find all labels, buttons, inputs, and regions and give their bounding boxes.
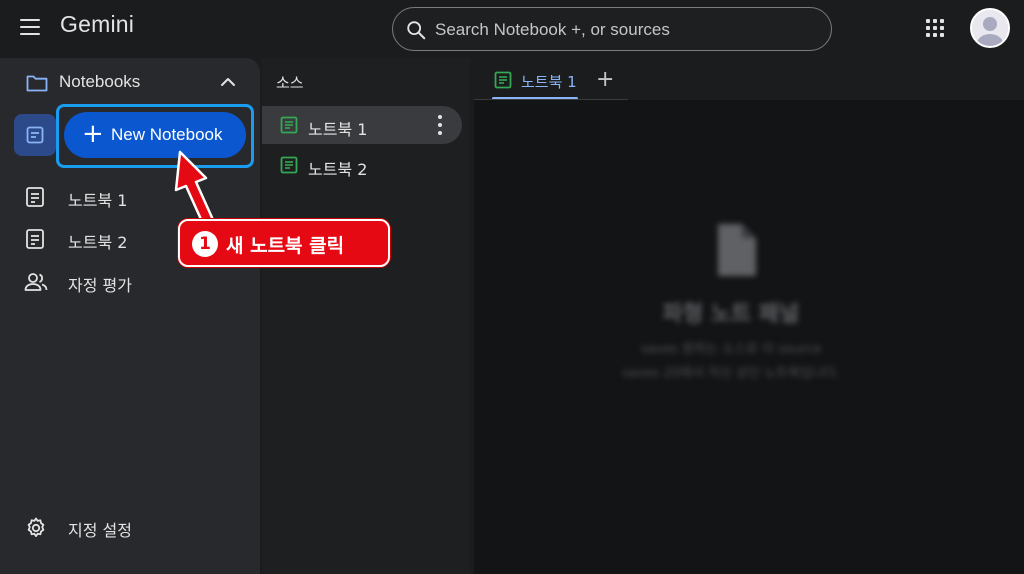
chevron-up-icon[interactable] [220,77,236,87]
empty-state-title: 파형 노트 패널 [662,302,800,327]
search-icon [407,21,426,40]
notebooks-section-label: Notebooks [59,72,141,91]
notebook-collapse-button[interactable] [14,114,56,156]
source-item-notebook-2[interactable]: 노트북 2 [262,146,462,184]
sidebar-item-evaluation[interactable]: 자정 평가 [24,269,244,297]
gear-icon [27,517,45,537]
top-bar: Gemini Search Notebook +, or sources [0,0,1024,56]
apps-grid-icon[interactable] [926,19,944,37]
sidebar-item-notebook-1[interactable]: 노트북 1 [24,184,244,212]
add-tab-icon[interactable]: + [596,67,614,92]
app-title: Gemini [60,11,135,37]
tab-notebook-1[interactable]: 노트북 1 [492,68,584,100]
settings-item[interactable]: 지정 설정 [24,514,244,542]
document-icon [26,229,44,249]
tab-label: 노트북 1 [521,73,577,91]
tab-bar: 노트북 1 + [474,58,1024,100]
more-vert-icon[interactable] [438,115,442,135]
hamburger-menu-icon[interactable] [20,17,42,35]
step-number: 1 [192,231,218,257]
sidebar-item-label: 자정 평가 [68,276,132,295]
plus-icon: + [82,119,104,149]
empty-state-desc-2: saves 20에서 자신 상단 노트북입니다. [622,366,840,381]
search-bar[interactable]: Search Notebook +, or sources [392,7,832,51]
settings-label: 지정 설정 [68,521,132,540]
source-item-label: 노트북 1 [308,120,368,139]
sidebar-item-label: 노트북 1 [68,191,128,210]
sources-panel: 소스 노트북 1 노트북 2 [262,58,470,574]
source-item-notebook-1[interactable]: 노트북 1 [262,106,462,144]
sidebar-item-label: 노트북 2 [68,233,128,252]
user-avatar-icon [972,10,1008,46]
notebooks-section-header[interactable]: Notebooks [24,72,244,96]
file-icon [718,224,756,276]
sources-title: 소스 [276,74,304,92]
sidebar: Notebooks + New Notebook 노트북 1 노트북 2 자정 … [0,58,260,574]
people-icon [24,273,48,291]
document-icon [280,116,298,134]
document-icon [494,71,512,89]
tab-divider [474,99,628,100]
notebook-icon [26,126,44,144]
step-callout: 1 새 노트북 클릭 [178,219,390,267]
source-item-label: 노트북 2 [308,160,368,179]
document-icon [26,187,44,207]
avatar[interactable] [970,8,1010,48]
document-icon [280,156,298,174]
empty-state-desc-1: saves 원하는 소스로 이 source [640,342,822,357]
search-placeholder: Search Notebook +, or sources [435,20,670,39]
new-notebook-label: New Notebook [111,125,223,144]
content-panel: 노트북 1 + 파형 노트 패널 saves 원하는 소스로 이 source … [474,58,1024,574]
folder-icon [26,75,48,92]
step-text: 새 노트북 클릭 [226,235,345,257]
new-notebook-button[interactable]: + New Notebook [64,112,246,158]
